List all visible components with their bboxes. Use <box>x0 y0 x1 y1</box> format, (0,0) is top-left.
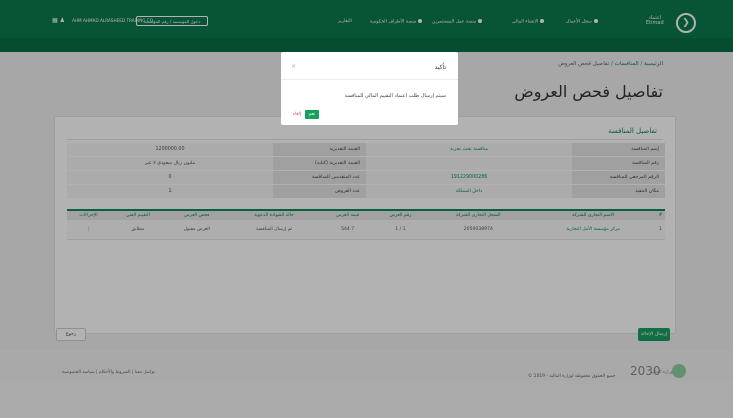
confirm-modal: تأكيد × سيتم إرسال طلب اعتماد التقييم ال… <box>281 52 458 125</box>
modal-message: سيتم إرسال طلب اعتماد التقييم المالي للم… <box>344 93 446 99</box>
cancel-button[interactable]: إلغاء <box>291 110 303 119</box>
close-icon[interactable]: × <box>291 63 296 70</box>
confirm-yes-button[interactable]: نعم <box>305 110 319 119</box>
divider <box>281 79 458 80</box>
modal-title: تأكيد <box>434 64 446 71</box>
